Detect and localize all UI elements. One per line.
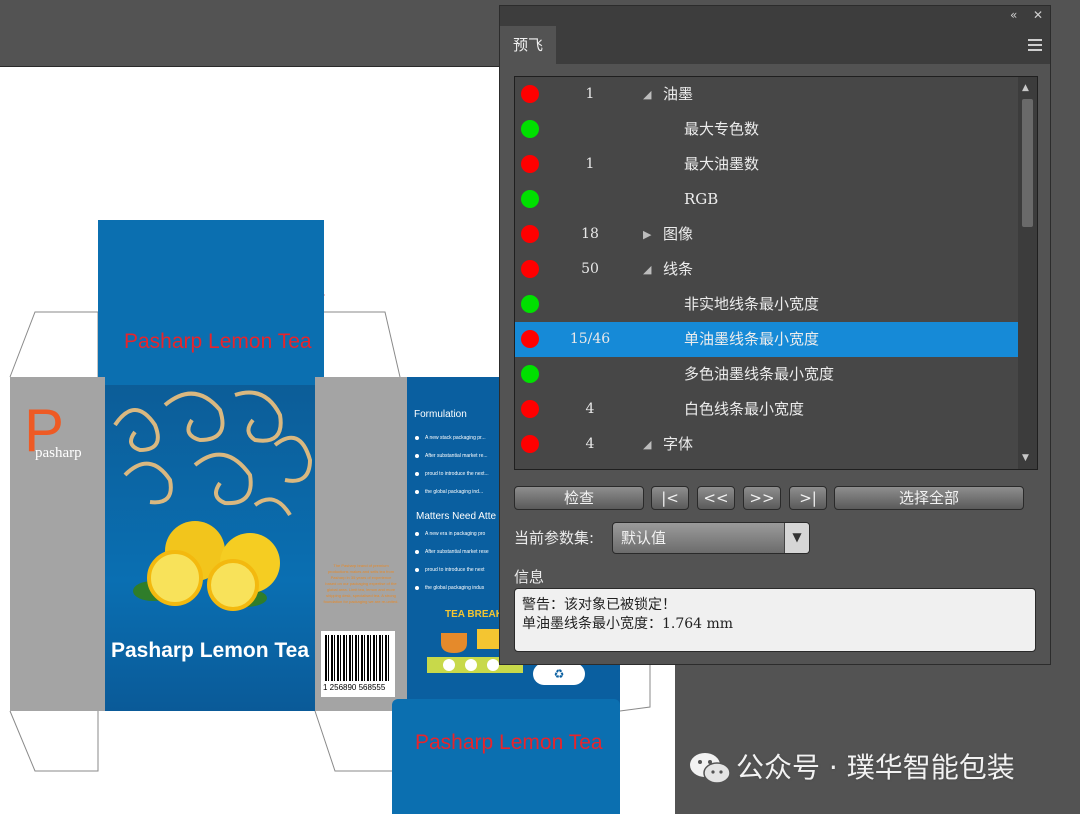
left-side-panel: P pasharp bbox=[10, 377, 105, 711]
double-chevron-left-icon[interactable]: « bbox=[1010, 8, 1017, 22]
right-side-panel: The Pasharp brand of premium productions … bbox=[315, 377, 407, 711]
chevron-down-icon[interactable]: ▼ bbox=[784, 523, 809, 553]
check-label: 白色线条最小宽度 bbox=[684, 400, 805, 418]
check-count: 50 bbox=[581, 261, 599, 277]
panel-title-bar[interactable]: « ✕ bbox=[500, 6, 1050, 26]
collapsed-twisty-icon[interactable]: ▶ bbox=[643, 217, 651, 252]
watermark-text: 公众号 · 璞华智能包装 bbox=[736, 751, 1015, 784]
front-panel: Pasharp Lemon Tea bbox=[105, 385, 315, 711]
check-row[interactable]: 1 最大油墨数 bbox=[515, 147, 1018, 182]
info-warning: 警告：该对象已被锁定！ bbox=[522, 597, 676, 613]
formulation-line: After substantial market re... bbox=[415, 453, 488, 459]
list-scrollbar[interactable]: ▲ ▼ bbox=[1018, 77, 1037, 469]
matters-heading: Matters Need Atte bbox=[416, 511, 497, 522]
check-row[interactable]: 50 ◢ 线条 bbox=[515, 252, 1018, 287]
formulation-line: proud to introduce the next... bbox=[415, 471, 489, 477]
lemons-illustration bbox=[133, 521, 280, 611]
scrollbar-thumb[interactable] bbox=[1022, 99, 1033, 227]
status-error-icon bbox=[521, 225, 539, 243]
status-ok-icon bbox=[521, 295, 539, 313]
hamburger-menu-icon[interactable] bbox=[1028, 39, 1042, 54]
check-count: 4 bbox=[585, 401, 595, 417]
front-title: Pasharp Lemon Tea bbox=[111, 639, 310, 662]
status-error-icon bbox=[521, 330, 539, 348]
status-error-icon bbox=[521, 435, 539, 453]
check-label: 线条 bbox=[663, 260, 694, 278]
check-row[interactable]: 4 白色线条最小宽度 bbox=[515, 392, 1018, 427]
matters-line: After substantial market rese bbox=[415, 549, 489, 555]
bottom-flap: Pasharp Lemon Tea bbox=[392, 699, 620, 814]
check-count: 1 bbox=[585, 86, 595, 102]
status-error-icon bbox=[521, 85, 539, 103]
previous-button[interactable]: << bbox=[697, 486, 735, 510]
check-count: 18 bbox=[581, 226, 599, 242]
check-label: 图像 bbox=[663, 225, 694, 243]
close-icon[interactable]: ✕ bbox=[1033, 8, 1043, 22]
check-label: 油墨 bbox=[663, 85, 694, 103]
check-row[interactable]: 4 ◢ 字体 bbox=[515, 427, 1018, 462]
info-box: 警告：该对象已被锁定！ 单油墨线条最小宽度：1.764 mm bbox=[514, 588, 1036, 652]
status-ok-icon bbox=[521, 365, 539, 383]
param-set-value: 默认值 bbox=[621, 529, 667, 547]
barcode: 1 256890 568555 bbox=[321, 631, 395, 697]
param-set-dropdown[interactable]: 默认值 ▼ bbox=[612, 522, 810, 554]
small-print: The Pasharp brand of premium productions … bbox=[323, 563, 399, 604]
status-error-icon bbox=[521, 400, 539, 418]
check-count: 1 bbox=[585, 156, 595, 172]
top-flap: Pasharp Lemon Tea bbox=[98, 220, 324, 385]
param-set-label: 当前参数集: bbox=[514, 529, 595, 547]
first-button[interactable]: |< bbox=[651, 486, 689, 510]
check-row[interactable]: 多色油墨线条最小宽度 bbox=[515, 357, 1018, 392]
check-row[interactable]: 15/46 单油墨线条最小宽度 bbox=[515, 322, 1018, 357]
status-ok-icon bbox=[521, 120, 539, 138]
check-label: 单油墨线条最小宽度 bbox=[684, 330, 820, 348]
preflight-check-list[interactable]: 1 ◢ 油墨最大专色数 1 最大油墨数 RGB 18 ▶ 图像 50 ◢ 线条非实地线条最小宽度 15/… bbox=[514, 76, 1038, 470]
status-ok-icon bbox=[521, 190, 539, 208]
matters-line: the global packaging indus bbox=[415, 585, 484, 591]
check-label: 最大专色数 bbox=[684, 120, 760, 138]
matters-line: proud to introduce the next bbox=[415, 567, 485, 573]
last-button[interactable]: >| bbox=[789, 486, 827, 510]
top-flap-title: Pasharp Lemon Tea bbox=[124, 330, 312, 353]
info-label: 信息 bbox=[514, 568, 545, 586]
formulation-line: A new stack packaging pr... bbox=[415, 435, 486, 441]
check-label: RGB bbox=[684, 190, 719, 208]
check-count: 15/46 bbox=[569, 331, 611, 347]
preflight-panel[interactable]: « ✕ 预飞 1 ◢ 油墨最大专色数 1 最大油墨数 RGB 18 ▶ 图像 50 ◢ 线条非实地线条… bbox=[499, 5, 1051, 665]
matters-line: A new era in packaging pro bbox=[415, 531, 485, 537]
recycle-icon: ♻ bbox=[533, 663, 585, 685]
check-label: 最大油墨数 bbox=[684, 155, 760, 173]
scroll-down-icon[interactable]: ▼ bbox=[1022, 453, 1029, 463]
check-label: 字体 bbox=[663, 435, 694, 453]
status-error-icon bbox=[521, 155, 539, 173]
check-button[interactable]: 检查 bbox=[514, 486, 644, 510]
expanded-twisty-icon[interactable]: ◢ bbox=[643, 77, 651, 112]
status-error-icon bbox=[521, 260, 539, 278]
expanded-twisty-icon[interactable]: ◢ bbox=[643, 252, 651, 287]
formulation-line: the global packaging ind... bbox=[415, 489, 483, 495]
check-row[interactable]: RGB bbox=[515, 182, 1018, 217]
wechat-icon bbox=[690, 753, 731, 784]
tab-preflight[interactable]: 预飞 bbox=[500, 26, 556, 64]
panel-tab-strip: 预飞 bbox=[500, 26, 1050, 64]
check-label: 非实地线条最小宽度 bbox=[684, 295, 820, 313]
check-row[interactable]: 非实地线条最小宽度 bbox=[515, 287, 1018, 322]
check-row[interactable]: 18 ▶ 图像 bbox=[515, 217, 1018, 252]
scroll-up-icon[interactable]: ▲ bbox=[1022, 83, 1029, 93]
logo-text: pasharp bbox=[35, 445, 82, 461]
check-label: 多色油墨线条最小宽度 bbox=[684, 365, 835, 383]
select-all-button[interactable]: 选择全部 bbox=[834, 486, 1024, 510]
check-row[interactable]: 1 ◢ 油墨 bbox=[515, 77, 1018, 112]
info-detail: 单油墨线条最小宽度：1.764 mm bbox=[522, 616, 734, 632]
formulation-heading: Formulation bbox=[414, 409, 467, 420]
bottom-flap-title: Pasharp Lemon Tea bbox=[415, 731, 603, 754]
expanded-twisty-icon[interactable]: ◢ bbox=[643, 427, 651, 462]
check-row[interactable]: 最大专色数 bbox=[515, 112, 1018, 147]
check-count: 4 bbox=[585, 436, 595, 452]
next-button[interactable]: >> bbox=[743, 486, 781, 510]
barcode-number: 1 256890 568555 bbox=[323, 683, 386, 692]
